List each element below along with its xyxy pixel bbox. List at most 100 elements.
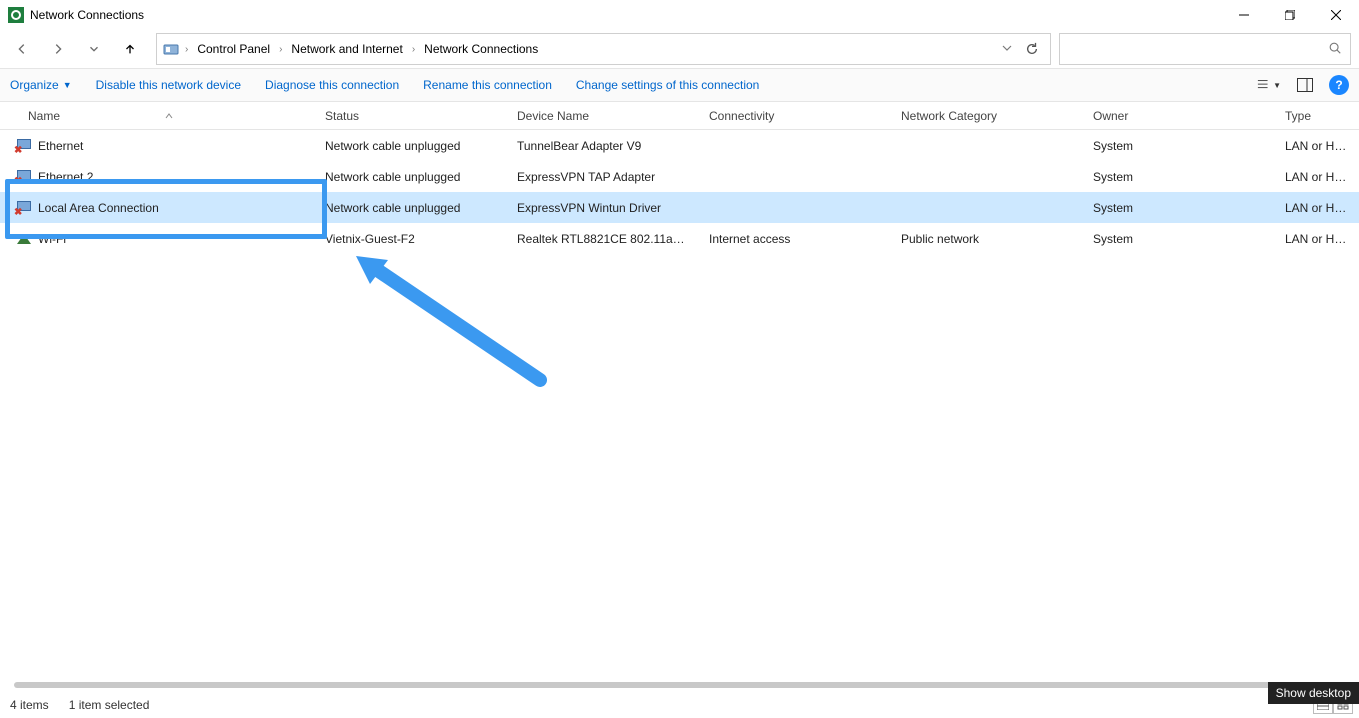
titlebar: Network Connections: [0, 0, 1359, 30]
col-owner-label: Owner: [1093, 109, 1128, 123]
connection-name: Ethernet: [38, 139, 83, 153]
help-button[interactable]: ?: [1329, 75, 1349, 95]
cell-owner: System: [1083, 201, 1275, 215]
status-item-count: 4 items: [10, 698, 49, 712]
search-input[interactable]: [1068, 42, 1328, 56]
recent-locations-button[interactable]: [80, 35, 108, 63]
cell-owner: System: [1083, 232, 1275, 246]
disconnected-overlay-icon: ✖: [14, 145, 22, 154]
cell-status: Vietnix-Guest-F2: [315, 232, 507, 246]
column-network-category[interactable]: Network Category: [891, 109, 1083, 123]
show-desktop-tooltip: Show desktop: [1268, 682, 1359, 704]
forward-button[interactable]: [44, 35, 72, 63]
cell-status: Network cable unplugged: [315, 139, 507, 153]
organize-menu[interactable]: Organize ▼: [10, 78, 72, 92]
connection-row[interactable]: Wi-Fi Vietnix-Guest-F2Realtek RTL8821CE 8…: [0, 223, 1359, 254]
status-bar: 4 items 1 item selected: [0, 692, 1359, 718]
view-options-button[interactable]: ▼: [1257, 73, 1281, 97]
cell-device: ExpressVPN Wintun Driver: [507, 201, 699, 215]
diagnose-cmd[interactable]: Diagnose this connection: [265, 78, 399, 92]
window-title: Network Connections: [30, 8, 144, 22]
rename-cmd[interactable]: Rename this connection: [423, 78, 552, 92]
annotation-arrow: [350, 250, 550, 390]
cell-owner: System: [1083, 139, 1275, 153]
cell-network-category: Public network: [891, 232, 1083, 246]
cell-type: LAN or High-S: [1275, 201, 1359, 215]
connection-name: Wi-Fi: [38, 232, 66, 246]
cell-device: ExpressVPN TAP Adapter: [507, 170, 699, 184]
search-icon[interactable]: [1328, 41, 1342, 58]
disconnected-overlay-icon: ✖: [14, 207, 22, 216]
minimize-button[interactable]: [1221, 0, 1267, 30]
col-device-label: Device Name: [517, 109, 589, 123]
up-button[interactable]: [116, 35, 144, 63]
diagnose-label: Diagnose this connection: [265, 78, 399, 92]
tooltip-text: Show desktop: [1276, 686, 1351, 700]
column-device[interactable]: Device Name: [507, 109, 699, 123]
cell-status: Network cable unplugged: [315, 201, 507, 215]
breadcrumb-leaf[interactable]: Network Connections: [421, 40, 541, 58]
close-button[interactable]: [1313, 0, 1359, 30]
connection-row[interactable]: ✖ Ethernet 2 Network cable unpluggedExpres…: [0, 161, 1359, 192]
chevron-down-icon: ▼: [1273, 81, 1281, 90]
breadcrumb-mid[interactable]: Network and Internet: [288, 40, 405, 58]
col-netcat-label: Network Category: [901, 109, 997, 123]
cell-connectivity: Internet access: [699, 232, 891, 246]
cell-type: LAN or High-S: [1275, 232, 1359, 246]
column-owner[interactable]: Owner: [1083, 109, 1275, 123]
back-button[interactable]: [8, 35, 36, 63]
disconnected-overlay-icon: ✖: [14, 176, 22, 185]
col-type-label: Type: [1285, 109, 1311, 123]
organize-label: Organize: [10, 78, 59, 92]
column-type[interactable]: Type: [1275, 109, 1359, 123]
ethernet-adapter-icon: ✖: [16, 200, 32, 216]
window-controls: [1221, 0, 1359, 30]
breadcrumb-sep-icon[interactable]: ›: [410, 44, 417, 55]
col-status-label: Status: [325, 109, 359, 123]
cell-name: ✖ Ethernet 2: [0, 169, 315, 185]
maximize-button[interactable]: [1267, 0, 1313, 30]
cell-type: LAN or High-S: [1275, 170, 1359, 184]
wifi-adapter-icon: [16, 231, 32, 247]
breadcrumb-sep-icon[interactable]: ›: [183, 44, 190, 55]
connection-row[interactable]: ✖Local Area ConnectionNetwork cable unpl…: [0, 192, 1359, 223]
status-selected-count: 1 item selected: [69, 698, 150, 712]
column-status[interactable]: Status: [315, 109, 507, 123]
chevron-down-icon: ▼: [63, 80, 72, 90]
address-bar[interactable]: › Control Panel › Network and Internet ›…: [156, 33, 1051, 65]
col-conn-label: Connectivity: [709, 109, 774, 123]
col-name-label: Name: [28, 109, 60, 123]
cell-name: ✖Local Area Connection: [0, 200, 315, 216]
preview-pane-button[interactable]: [1293, 73, 1317, 97]
cell-owner: System: [1083, 170, 1275, 184]
address-dropdown-icon[interactable]: [998, 42, 1016, 56]
command-bar: Organize ▼ Disable this network device Di…: [0, 68, 1359, 102]
ethernet-adapter-icon: ✖: [16, 169, 32, 185]
cell-type: LAN or High-S: [1275, 139, 1359, 153]
connections-list: ✖EthernetNetwork cable unpluggedTunnelBe…: [0, 130, 1359, 254]
breadcrumb-root[interactable]: Control Panel: [194, 40, 273, 58]
cell-device: Realtek RTL8821CE 802.11ac PCI...: [507, 232, 699, 246]
cell-status: Network cable unplugged: [315, 170, 507, 184]
help-glyph: ?: [1335, 78, 1342, 92]
change-label: Change settings of this connection: [576, 78, 759, 92]
connection-row[interactable]: ✖ Ethernet Network cable unpluggedTunnelBe…: [0, 130, 1359, 161]
nav-bar: › Control Panel › Network and Internet ›…: [0, 30, 1359, 68]
search-box[interactable]: [1059, 33, 1351, 65]
connection-name: Ethernet 2: [38, 170, 93, 184]
disable-device-cmd[interactable]: Disable this network device: [96, 78, 241, 92]
breadcrumb-sep-icon[interactable]: ›: [277, 44, 284, 55]
location-icon: [163, 41, 179, 57]
change-settings-cmd[interactable]: Change settings of this connection: [576, 78, 759, 92]
disable-label: Disable this network device: [96, 78, 241, 92]
ethernet-adapter-icon: ✖: [16, 138, 32, 154]
column-name[interactable]: Name: [0, 109, 315, 123]
cell-device: TunnelBear Adapter V9: [507, 139, 699, 153]
column-connectivity[interactable]: Connectivity: [699, 109, 891, 123]
rename-label: Rename this connection: [423, 78, 552, 92]
refresh-button[interactable]: [1020, 37, 1044, 61]
horizontal-scrollbar[interactable]: [14, 682, 1345, 688]
column-headers: Name Status Device Name Connectivity Net…: [0, 102, 1359, 130]
sort-ascending-icon: [164, 110, 176, 122]
cell-name: ✖ Ethernet: [0, 138, 315, 154]
